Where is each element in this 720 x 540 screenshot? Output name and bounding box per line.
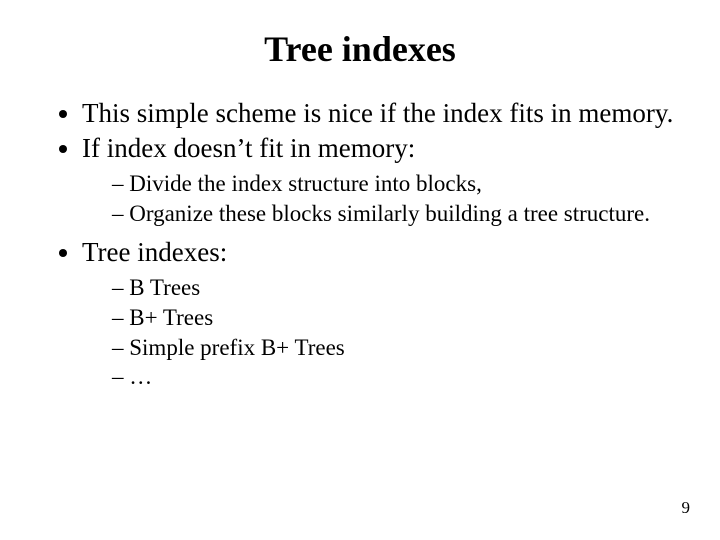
sub-bullet-item: Organize these blocks similarly building… (112, 200, 680, 228)
sub-bullet-item: B+ Trees (112, 304, 680, 332)
page-number: 9 (682, 498, 691, 518)
sub-bullet-item: Simple prefix B+ Trees (112, 334, 680, 362)
slide: Tree indexes This simple scheme is nice … (0, 0, 720, 540)
bullet-item: This simple scheme is nice if the index … (82, 98, 680, 129)
sub-bullet-list: Divide the index structure into blocks, … (82, 170, 680, 227)
bullet-item: Tree indexes: B Trees B+ Trees Simple pr… (82, 237, 680, 390)
sub-bullet-list: B Trees B+ Trees Simple prefix B+ Trees … (82, 274, 680, 390)
bullet-text: If index doesn’t fit in memory: (82, 133, 415, 163)
bullet-text: Tree indexes: (82, 237, 227, 267)
sub-bullet-item: … (112, 363, 680, 391)
bullet-list: This simple scheme is nice if the index … (40, 98, 680, 391)
sub-bullet-item: B Trees (112, 274, 680, 302)
sub-bullet-item: Divide the index structure into blocks, (112, 170, 680, 198)
bullet-item: If index doesn’t fit in memory: Divide t… (82, 133, 680, 227)
slide-title: Tree indexes (40, 28, 680, 70)
